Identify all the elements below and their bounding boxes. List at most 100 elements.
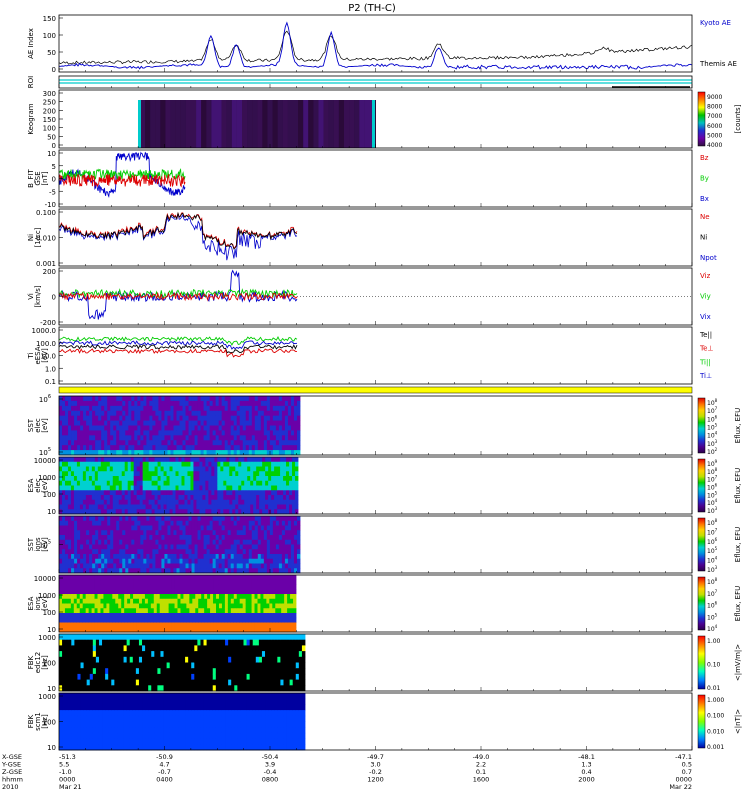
spectrogram-cell xyxy=(255,651,260,658)
spectrogram-cell xyxy=(129,744,134,751)
spectrogram-cell xyxy=(135,668,140,675)
spectrogram-cell xyxy=(106,504,111,510)
spectrogram-cell xyxy=(290,608,294,614)
spectrogram-cell xyxy=(206,396,211,402)
spectrogram-cell xyxy=(127,613,131,619)
spectrogram-cell xyxy=(192,575,196,581)
spectrogram-cell xyxy=(257,400,262,407)
spectrogram-cell xyxy=(158,396,162,402)
spectrogram-cell xyxy=(180,579,184,585)
spectrogram-cell xyxy=(65,525,69,531)
spectrogram-cell xyxy=(194,425,198,431)
spectrogram-cell xyxy=(253,480,257,486)
spectrogram-cell xyxy=(266,539,271,545)
spectrogram-cell xyxy=(251,430,256,436)
spectrogram-cell xyxy=(269,539,274,545)
spectrogram-cell xyxy=(115,457,120,463)
spectrogram-cell xyxy=(116,425,120,431)
spectrogram-cell xyxy=(107,405,111,412)
spectrogram-cell xyxy=(286,668,291,675)
spectrogram-cell xyxy=(290,598,294,604)
spectrogram-cell xyxy=(182,535,186,541)
spectrogram-cell xyxy=(68,420,72,426)
spectrogram-cell xyxy=(239,440,244,446)
spectrogram-cell xyxy=(245,445,250,451)
spectrogram-cell xyxy=(268,466,272,472)
spectrogram-cell xyxy=(224,579,229,585)
spectrogram-cell xyxy=(126,721,131,728)
spectrogram-cell xyxy=(275,400,280,407)
spectrogram-cell xyxy=(113,520,117,526)
spectrogram-cell xyxy=(173,520,177,526)
spectrogram-cell xyxy=(240,673,244,680)
spectrogram-cell xyxy=(259,466,263,472)
spectrogram-cell xyxy=(145,457,150,463)
spectrogram-cell xyxy=(59,457,63,463)
spectrogram-cell xyxy=(169,673,174,680)
spectrogram-cell xyxy=(133,461,138,467)
spectrogram-cell xyxy=(145,698,149,705)
spectrogram-cell xyxy=(262,457,266,463)
spectrogram-cell xyxy=(104,440,108,446)
spectrogram-cell xyxy=(217,490,221,496)
spectrogram-cell xyxy=(137,549,141,555)
spectrogram-cell xyxy=(194,435,198,441)
spectrogram-cell xyxy=(243,668,247,675)
spectrogram-cell xyxy=(159,608,164,614)
spectrogram-cell xyxy=(144,594,149,600)
spectrogram-cell xyxy=(199,495,203,501)
spectrogram-cell xyxy=(163,457,167,463)
spectrogram-cell xyxy=(164,535,168,541)
spectrogram-cell xyxy=(80,535,84,541)
spectrogram-cell xyxy=(245,405,250,412)
spectrogram-cell xyxy=(280,457,284,463)
spectrogram-cell xyxy=(287,425,292,431)
spectrogram-cell xyxy=(218,651,223,658)
spectrogram-cell xyxy=(283,685,287,692)
spectrogram-cell xyxy=(272,420,277,426)
spectrogram-cell xyxy=(98,662,103,669)
spectrogram-cell xyxy=(61,490,66,496)
spectrogram-cell xyxy=(102,673,106,680)
spectrogram-cell xyxy=(204,579,208,585)
spectrogram-cell xyxy=(242,435,247,441)
spectrogram-cell xyxy=(109,613,113,619)
spectrogram-cell xyxy=(272,520,277,526)
spectrogram-cell xyxy=(110,420,114,426)
spectrogram-cell xyxy=(228,679,232,686)
spectrogram-cell xyxy=(265,639,269,646)
spectrogram-cell xyxy=(140,539,144,545)
spectrogram-cell xyxy=(257,563,262,569)
spectrogram-cell xyxy=(76,589,81,595)
spectrogram-cell xyxy=(77,558,81,564)
spectrogram-cell xyxy=(249,656,254,663)
spectrogram-cell xyxy=(268,480,272,486)
spectrogram-cell xyxy=(146,530,150,536)
spectrogram-cell xyxy=(184,504,188,510)
spectrogram-cell xyxy=(232,471,236,477)
spectrogram-cell xyxy=(239,584,244,590)
spectrogram-cell xyxy=(165,575,170,581)
spectrogram-cell xyxy=(110,544,114,550)
spectrogram-cell xyxy=(170,420,174,426)
spectrogram-cell xyxy=(205,480,209,486)
spectrogram-cell xyxy=(101,400,105,407)
spectrogram-cell xyxy=(110,563,114,569)
spectrogram-cell xyxy=(295,639,300,646)
spectrogram-cell xyxy=(105,744,109,751)
spectrogram-cell xyxy=(254,525,259,531)
spectrogram-cell xyxy=(68,685,72,692)
spectrogram-cell xyxy=(229,490,233,496)
spectrogram-cell xyxy=(178,461,182,467)
spectrogram-cell xyxy=(277,480,281,486)
spectrogram-cell xyxy=(223,499,227,505)
spectrogram-cell xyxy=(125,520,129,526)
spectrogram-cell xyxy=(102,715,106,722)
spectrogram-cell xyxy=(152,535,156,541)
spectrogram-cell xyxy=(248,549,253,555)
spectrogram-cell xyxy=(77,727,81,734)
spectrogram-cell xyxy=(100,504,105,510)
spectrogram-cell xyxy=(274,639,278,646)
spectrogram-cell xyxy=(139,495,144,501)
spectrogram-cell xyxy=(253,495,257,501)
